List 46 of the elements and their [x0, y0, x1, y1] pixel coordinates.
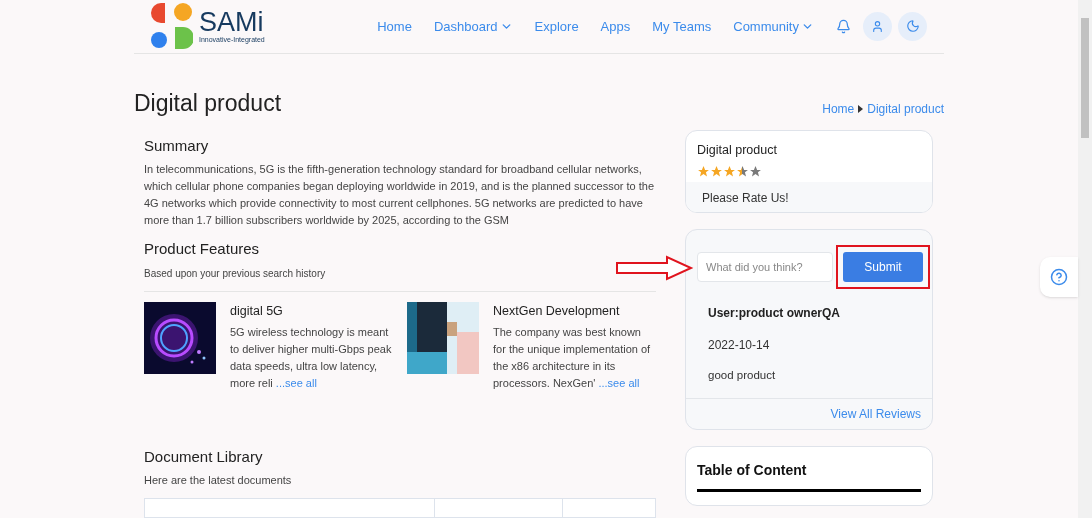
- see-all-link[interactable]: ...see all: [598, 377, 640, 389]
- nav-link[interactable]: Home: [377, 16, 412, 37]
- profile-button[interactable]: [863, 11, 892, 41]
- review-user: User:product ownerQA: [707, 305, 841, 322]
- star-icon: [749, 165, 762, 178]
- logo-icon: [151, 3, 193, 50]
- dark-mode-button[interactable]: [898, 11, 927, 41]
- page-title: Digital product: [134, 88, 282, 118]
- breadcrumb-link[interactable]: Home: [822, 100, 855, 119]
- star-icon: [723, 165, 736, 178]
- logo-text: SAMi: [199, 8, 264, 37]
- nav-link[interactable]: Explore: [534, 16, 579, 37]
- summary-text: In telecommunications, 5G is the fifth-generation technology standard for broadband cellular networks, which cellular phone companies began deploying worldwide in 2019, and is the planned successor to the 4G networks which provide connectivity to most current cellphones. 5G networks are predicted to have more than 1.7 billion subscribers worldwide by 2025, according to the GSM: [144, 161, 655, 228]
- review-comment: good product: [707, 368, 777, 383]
- star-icon: [697, 165, 710, 178]
- star-icon: [736, 165, 749, 178]
- feature-title: NextGen Development: [493, 303, 621, 321]
- card-title: Table of Content: [697, 462, 807, 479]
- star-icon: [710, 165, 723, 178]
- see-all-link[interactable]: ...see all: [275, 377, 317, 389]
- nav-link[interactable]: Dashboard: [433, 16, 513, 37]
- feature-title: digital 5G: [230, 303, 284, 321]
- nav-link[interactable]: Apps: [600, 16, 631, 37]
- section-heading: Document Library: [144, 447, 264, 467]
- feature-description: The company was best known for the unique implementation of the x86 architecture in its processors. NexGen' ...see all: [493, 325, 652, 391]
- help-button[interactable]: [1040, 257, 1078, 297]
- section-subtitle: Based upon your previous search history: [144, 267, 327, 282]
- rate-prompt: Please Rate Us!: [702, 191, 789, 205]
- section-heading: Product Features: [144, 238, 261, 259]
- section-subtitle: Here are the latest documents: [144, 472, 293, 488]
- nav-link[interactable]: My Teams: [652, 16, 712, 37]
- review-date: 2022-10-14: [707, 337, 771, 354]
- help-icon: [1050, 268, 1068, 286]
- caret-icon: [858, 105, 864, 114]
- review-input[interactable]: What did you think?: [697, 252, 833, 282]
- moon-icon: [905, 19, 920, 34]
- section-heading: Summary: [144, 136, 210, 157]
- view-reviews-link[interactable]: View All Reviews: [830, 405, 921, 424]
- star-rating[interactable]: [697, 165, 762, 178]
- user-icon: [871, 19, 884, 33]
- submit-button[interactable]: Submit: [843, 252, 923, 282]
- notification-icon[interactable]: [836, 18, 851, 34]
- nav-link[interactable]: Community: [733, 16, 814, 37]
- card-title: Digital product: [697, 142, 778, 160]
- feature-description: 5G wireless technology is meant to deliver higher multi-Gbps peak data speeds, ultra low latency, more reli ...see all: [230, 325, 393, 391]
- breadcrumb-link[interactable]: Digital product: [867, 100, 944, 119]
